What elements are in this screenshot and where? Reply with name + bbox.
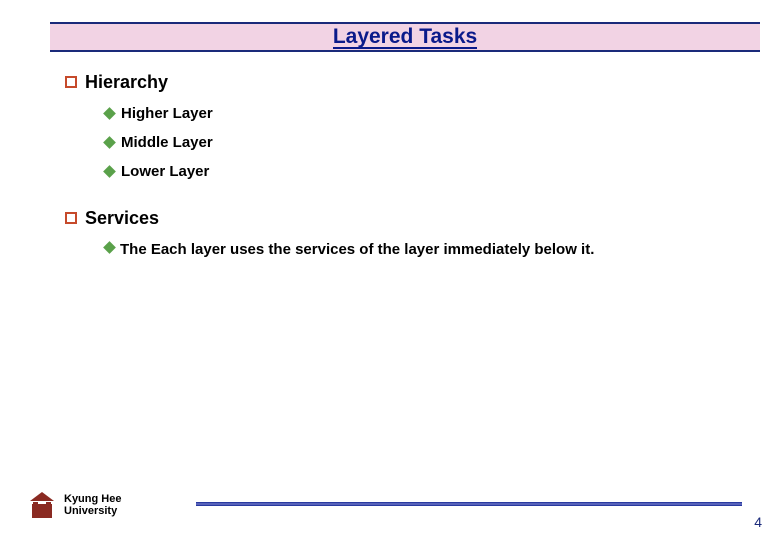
university-name: Kyung Hee University: [64, 493, 121, 517]
slide-title: Layered Tasks: [333, 26, 477, 49]
list-item-text: Lower Layer: [121, 163, 209, 180]
list-item: Higher Layer: [105, 105, 720, 122]
list-item-text: Middle Layer: [121, 134, 213, 151]
section-heading-row: Hierarchy: [65, 72, 720, 93]
slide-content: Hierarchy Higher Layer Middle Layer Lowe…: [65, 72, 720, 288]
university-name-line1: Kyung Hee: [64, 493, 121, 505]
square-bullet-icon: [65, 212, 77, 224]
diamond-bullet-icon: [103, 241, 116, 254]
university-name-line2: University: [64, 505, 121, 517]
footer-divider: [196, 502, 742, 506]
footer-affiliation: Kyung Hee University: [28, 492, 121, 518]
section-heading: Hierarchy: [85, 72, 168, 93]
title-band: Layered Tasks: [50, 22, 760, 52]
diamond-bullet-icon: [103, 107, 116, 120]
section-heading-row: Services: [65, 208, 720, 229]
kyunghee-crest-icon: [28, 492, 56, 518]
list-item: Middle Layer: [105, 134, 720, 151]
diamond-bullet-icon: [103, 165, 116, 178]
section-items: Higher Layer Middle Layer Lower Layer: [105, 105, 720, 180]
section-heading: Services: [85, 208, 159, 229]
diamond-bullet-icon: [103, 136, 116, 149]
list-item: Lower Layer: [105, 163, 720, 180]
section-items: The Each layer uses the services of the …: [105, 239, 720, 260]
square-bullet-icon: [65, 76, 77, 88]
page-number: 4: [754, 514, 762, 530]
slide: Layered Tasks Hierarchy Higher Layer Mid…: [0, 0, 780, 540]
list-item: The Each layer uses the services of the …: [105, 239, 645, 260]
list-item-text: The Each layer uses the services of the …: [120, 241, 594, 258]
list-item-text: Higher Layer: [121, 105, 213, 122]
